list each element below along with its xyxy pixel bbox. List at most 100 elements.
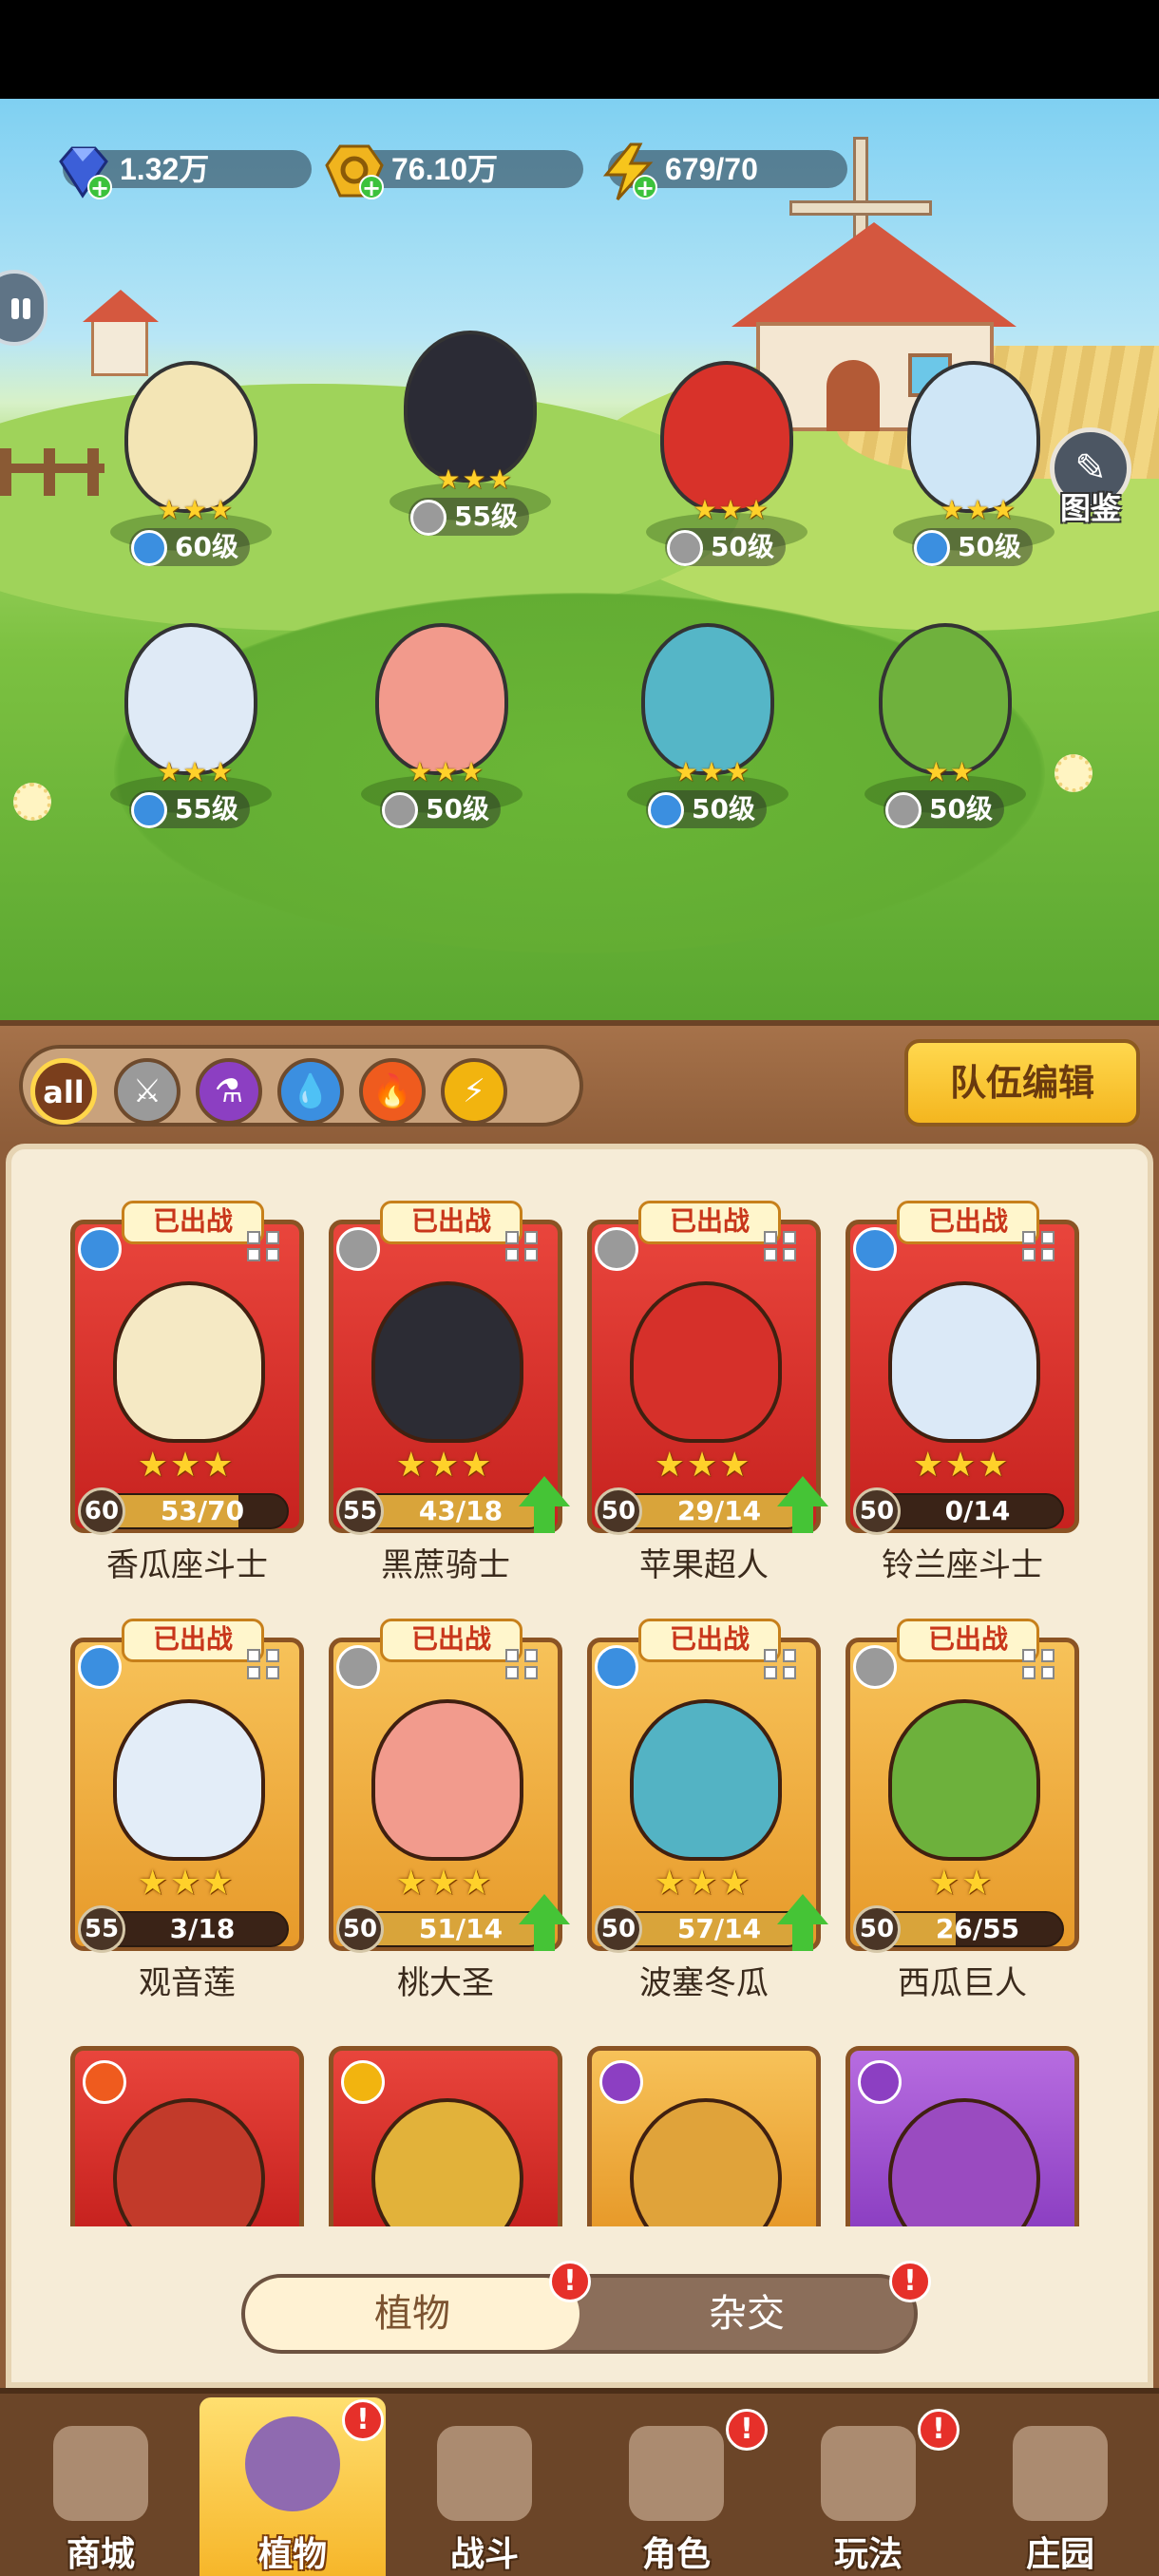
poison-flask-icon[interactable]: ⚗ [196, 1058, 262, 1125]
unit-level-text: 50级 [692, 793, 755, 824]
nav-manor[interactable]: 庄园 [967, 2407, 1153, 2576]
battle-unit[interactable]: ★★★ 50级 [598, 614, 817, 842]
plant-card[interactable]: 已出战 ★★★ 29/14 50 [587, 1201, 828, 1535]
sword-icon [336, 1645, 380, 1689]
battle-unit[interactable]: ★★★ 50级 [332, 614, 551, 842]
plant-card[interactable]: 已出战 ★★★ 57/14 50 [587, 1619, 828, 1953]
deployed-badge: 已出战 [122, 1619, 264, 1662]
water-drop-icon [595, 1645, 638, 1689]
plant-character [641, 623, 774, 775]
gem-counter[interactable]: 1.32万 + [53, 142, 312, 199]
plant-portrait [888, 1699, 1040, 1861]
fire-icon[interactable]: 🔥 [359, 1058, 426, 1125]
nav-label: 战斗 [449, 2535, 519, 2574]
card-stars: ★★★ [137, 1864, 236, 1903]
upgrade-arrow-icon [519, 1894, 570, 1955]
add-gem-icon[interactable]: + [87, 175, 112, 199]
plant-name: 西瓜巨人 [898, 1964, 1027, 2002]
plant-portrait [371, 1281, 523, 1443]
nav-shop[interactable]: 商城 [8, 2407, 194, 2576]
alert-badge-icon: ! [549, 2261, 591, 2302]
water-drop-icon [78, 1645, 122, 1689]
battle-unit[interactable]: ★★★ 60级 [82, 351, 300, 579]
lightning-filter-icon[interactable]: ⚡ [441, 1058, 507, 1125]
plant-portrait [113, 2098, 265, 2226]
plant-card-partial[interactable] [587, 2046, 821, 2226]
plant-card[interactable]: 已出战 ★★ 26/55 50 [846, 1619, 1079, 1953]
plant-portrait [113, 1281, 265, 1443]
water-drop-icon[interactable]: 💧 [277, 1058, 344, 1125]
add-gold-icon[interactable]: + [359, 175, 384, 199]
battle-unit[interactable]: ★★★ 50级 [618, 351, 836, 579]
unit-level: 50级 [646, 790, 767, 828]
plant-card-partial[interactable] [846, 2046, 1079, 2226]
fragment-count: 26/55 [935, 1913, 1020, 1944]
water-drop-icon [131, 792, 167, 828]
card-stars: ★★★ [912, 1446, 1011, 1485]
chat-bubble-icon[interactable] [0, 270, 48, 346]
water-drop-icon [648, 792, 684, 828]
plant-card[interactable]: 已出战 ★★★ 0/14 50 [846, 1201, 1079, 1535]
battle-unit[interactable]: ★★★ 55级 [361, 321, 580, 549]
team-edit-button[interactable]: 队伍编辑 [904, 1039, 1140, 1127]
nav-gameplay[interactable]: 玩法! [775, 2407, 961, 2576]
energy-counter[interactable]: 679/70 + [598, 142, 847, 201]
water-drop-icon [131, 530, 167, 566]
unit-level: 50级 [380, 790, 501, 828]
nav-battle[interactable]: 战斗 [391, 2407, 578, 2576]
plant-character [375, 623, 508, 775]
gold-counter[interactable]: 76.10万 + [325, 142, 583, 199]
water-drop-icon [853, 1227, 897, 1271]
card-level: 50 [336, 1905, 384, 1953]
upgrade-arrow-icon [519, 1476, 570, 1537]
card-level: 50 [853, 1905, 901, 1953]
nav-plants[interactable]: 植物! [200, 2397, 386, 2576]
card-stars: ★★★ [395, 1864, 494, 1903]
plant-name: 观音莲 [139, 1964, 236, 2002]
plant-card-partial[interactable] [329, 2046, 562, 2226]
filter-all-button[interactable]: all [30, 1058, 97, 1125]
plant-card[interactable]: 已出战 ★★★ 53/70 60 [70, 1201, 304, 1535]
shop-icon [53, 2426, 148, 2521]
tab-plants[interactable]: 植物 [245, 2278, 580, 2350]
unit-level: 55级 [129, 790, 250, 828]
tab-hybrid[interactable]: 杂交 [580, 2278, 914, 2350]
sword-icon[interactable]: ⚔ [114, 1058, 180, 1125]
unit-level-text: 55级 [175, 793, 238, 824]
battle-unit[interactable]: ★★★ 55级 [82, 614, 300, 842]
unit-level-text: 50级 [426, 793, 489, 824]
plant-card-partial[interactable] [70, 2046, 304, 2226]
deployed-badge: 已出战 [897, 1201, 1039, 1244]
unit-stars: ★★★ [157, 494, 235, 525]
formation-grid-icon [247, 1231, 289, 1267]
unit-stars: ★★★ [674, 756, 751, 787]
plant-character [660, 361, 793, 513]
plant-card[interactable]: 已出战 ★★★ 43/18 55 [329, 1201, 570, 1535]
unit-level: 60级 [129, 528, 250, 566]
plant-name: 铃兰座斗士 [882, 1546, 1043, 1584]
unit-stars: ★★★ [940, 494, 1017, 525]
plant-card[interactable]: 已出战 ★★★ 51/14 50 [329, 1619, 570, 1953]
plant-card[interactable]: 已出战 ★★★ 3/18 55 [70, 1619, 304, 1953]
formation-grid-icon [505, 1649, 547, 1685]
formation-grid-icon [247, 1649, 289, 1685]
status-bar [0, 0, 1159, 99]
unit-level-text: 60级 [175, 531, 238, 562]
plant-portrait [630, 1281, 782, 1443]
sword-icon [667, 530, 703, 566]
plant-portrait [888, 1281, 1040, 1443]
battlefield-scene: 1.32万 + 76.10万 + 679/70 + ✎ 图鉴 ★★★ 60级 ★★★… [0, 99, 1159, 1020]
formation-grid-icon [505, 1231, 547, 1267]
unit-level: 50级 [665, 528, 786, 566]
nav-character[interactable]: 角色! [583, 2407, 770, 2576]
nav-label: 庄园 [1025, 2535, 1094, 2574]
battle-unit[interactable]: ★★ 50级 [836, 614, 1054, 842]
fragment-count: 53/70 [160, 1495, 245, 1526]
deployed-badge: 已出战 [380, 1201, 522, 1244]
water-drop-icon [78, 1227, 122, 1271]
plant-portrait [113, 1699, 265, 1861]
battle-icon [437, 2426, 532, 2521]
upgrade-arrow-icon [777, 1894, 828, 1955]
battle-unit[interactable]: ★★★ 50级 [864, 351, 1083, 579]
add-energy-icon[interactable]: + [633, 175, 657, 199]
